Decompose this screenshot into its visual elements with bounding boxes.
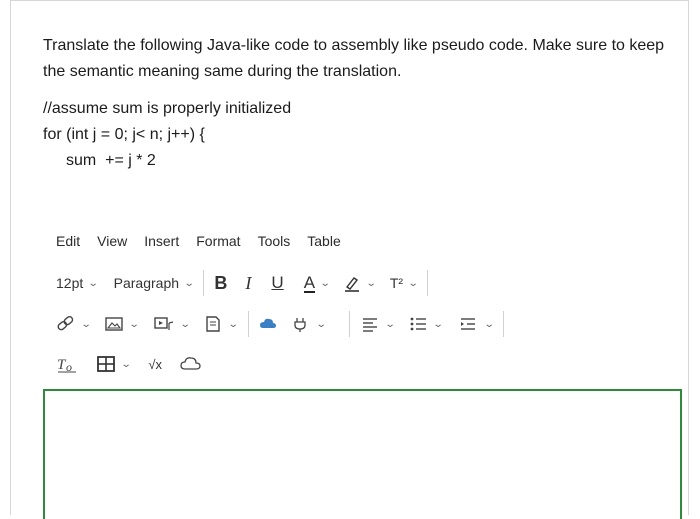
chevron-down-icon: ⌄ — [227, 318, 239, 330]
link-button[interactable]: ⌄ — [56, 312, 92, 336]
bold-button[interactable]: B — [214, 271, 227, 295]
code-block: //assume sum is properly initialized for… — [43, 96, 291, 174]
media-icon — [154, 317, 173, 330]
editor-menubar: Edit View Insert Format Tools Table — [56, 233, 358, 249]
cloud-embed-button[interactable] — [259, 312, 277, 336]
link-icon — [57, 316, 74, 331]
clear-formatting-button[interactable]: T o — [56, 352, 78, 376]
media-button[interactable]: ⌄ — [153, 312, 191, 336]
block-format-value: Paragraph — [113, 275, 180, 291]
toolbar-divider — [203, 270, 205, 296]
align-left-icon — [362, 318, 377, 332]
toolbar-divider — [503, 311, 505, 337]
cloud-icon — [180, 357, 201, 370]
superscript-button[interactable]: T² ⌄ — [389, 271, 419, 295]
toolbar-divider — [427, 270, 429, 296]
font-size-select[interactable]: 12pt ⌄ — [56, 271, 99, 295]
document-icon — [206, 316, 220, 332]
block-format-select[interactable]: Paragraph ⌄ — [113, 271, 195, 295]
chevron-down-icon: ⌄ — [120, 358, 132, 370]
code-line-comment: //assume sum is properly initialized — [43, 100, 292, 117]
chevron-down-icon: ⌄ — [483, 318, 495, 330]
chevron-down-icon: ⌄ — [366, 277, 378, 289]
bullet-list-button[interactable]: ⌄ — [408, 312, 444, 336]
chevron-down-icon: ⌄ — [80, 318, 92, 330]
plugin-button[interactable]: ⌄ — [291, 312, 327, 336]
chevron-down-icon: ⌄ — [179, 318, 191, 330]
toolbar-row-3: T o ⌄ √x — [56, 352, 202, 376]
highlighter-icon — [345, 277, 360, 292]
chevron-down-icon: ⌄ — [433, 318, 444, 330]
menu-insert[interactable]: Insert — [144, 233, 179, 249]
document-button[interactable]: ⌄ — [203, 312, 239, 336]
question-text: Translate the following Java-like code t… — [43, 37, 665, 80]
menu-table[interactable]: Table — [307, 233, 340, 249]
bullet-list-icon — [410, 317, 427, 331]
chevron-down-icon: ⌄ — [319, 277, 331, 289]
indent-icon — [460, 318, 475, 330]
menu-format[interactable]: Format — [196, 233, 240, 249]
cloud-blue-icon — [259, 318, 276, 328]
underline-button[interactable]: U — [271, 271, 283, 295]
plug-icon — [293, 318, 306, 332]
menu-tools[interactable]: Tools — [258, 233, 291, 249]
toolbar-divider — [348, 311, 350, 337]
bold-label: B — [214, 272, 228, 293]
code-line-sum: sum += j * 2 — [66, 152, 156, 169]
image-button[interactable]: ⌄ — [104, 312, 141, 336]
image-icon — [105, 317, 124, 331]
text-color-button[interactable]: A ⌄ — [303, 271, 331, 295]
toolbar-row-1: 12pt ⌄ Paragraph ⌄ B I U A ⌄ ⌄ T² ⌄ — [56, 270, 438, 296]
table-icon — [97, 356, 115, 372]
chevron-down-icon: ⌄ — [407, 277, 419, 289]
code-line-for: for (int j = 0; j< n; j++) { — [43, 126, 205, 143]
indent-button[interactable]: ⌄ — [457, 312, 495, 336]
clear-formatting-icon: T o — [57, 357, 76, 373]
italic-label: I — [245, 272, 252, 293]
chevron-down-icon: ⌄ — [183, 277, 195, 289]
align-button[interactable]: ⌄ — [360, 312, 396, 336]
toolbar-divider — [247, 311, 249, 337]
cloud-upload-button[interactable] — [180, 352, 202, 376]
chevron-down-icon: ⌄ — [129, 318, 141, 330]
menu-view[interactable]: View — [97, 233, 127, 249]
svg-text:o: o — [66, 360, 72, 373]
text-color-label: A — [303, 272, 316, 293]
chevron-down-icon: ⌄ — [384, 318, 396, 330]
table-button[interactable]: ⌄ — [96, 352, 132, 376]
underline-label: U — [271, 273, 284, 292]
font-size-value: 12pt — [56, 275, 84, 291]
math-equation-button[interactable]: √x — [148, 352, 162, 376]
answer-editor[interactable] — [43, 389, 682, 519]
toolbar-row-2: ⌄ ⌄ ⌄ ⌄ ⌄ ⌄ ⌄ ⌄ — [56, 311, 514, 337]
menu-edit[interactable]: Edit — [56, 233, 80, 249]
chevron-down-icon: ⌄ — [315, 318, 327, 330]
math-label: √x — [148, 356, 163, 372]
superscript-label: T² — [389, 275, 404, 291]
highlight-color-button[interactable]: ⌄ — [343, 271, 378, 295]
italic-button[interactable]: I — [245, 271, 251, 295]
chevron-down-icon: ⌄ — [87, 277, 99, 289]
